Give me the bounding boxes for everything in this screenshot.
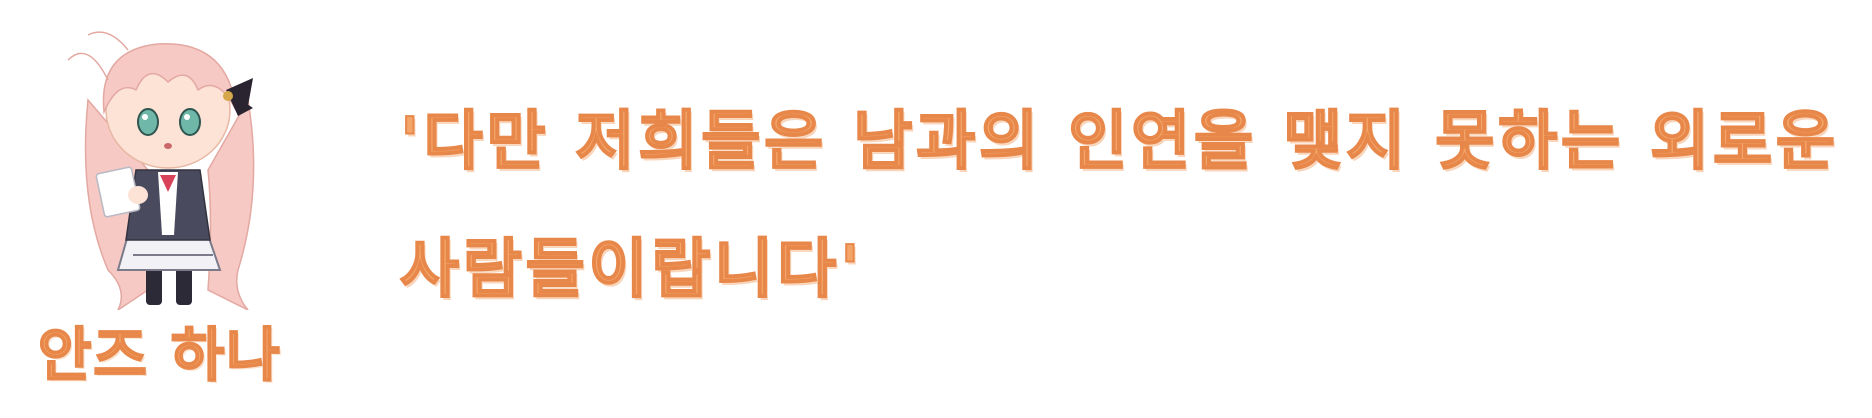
speaker-panel: 안즈 하나 xyxy=(28,20,298,390)
dialogue-line-1: '다만 저희들은 남과의 인연을 맺지 못하는 외로운 xyxy=(399,104,1839,180)
chibi-girl-portrait-icon xyxy=(67,31,255,310)
dialogue-text: '다만 저희들은 남과의 인연을 맺지 못하는 외로운 사람들이랍니다' xyxy=(399,78,1860,334)
dialogue-line-2: 사람들이랍니다' xyxy=(399,232,864,308)
speaker-name: 안즈 하나 xyxy=(37,320,282,390)
